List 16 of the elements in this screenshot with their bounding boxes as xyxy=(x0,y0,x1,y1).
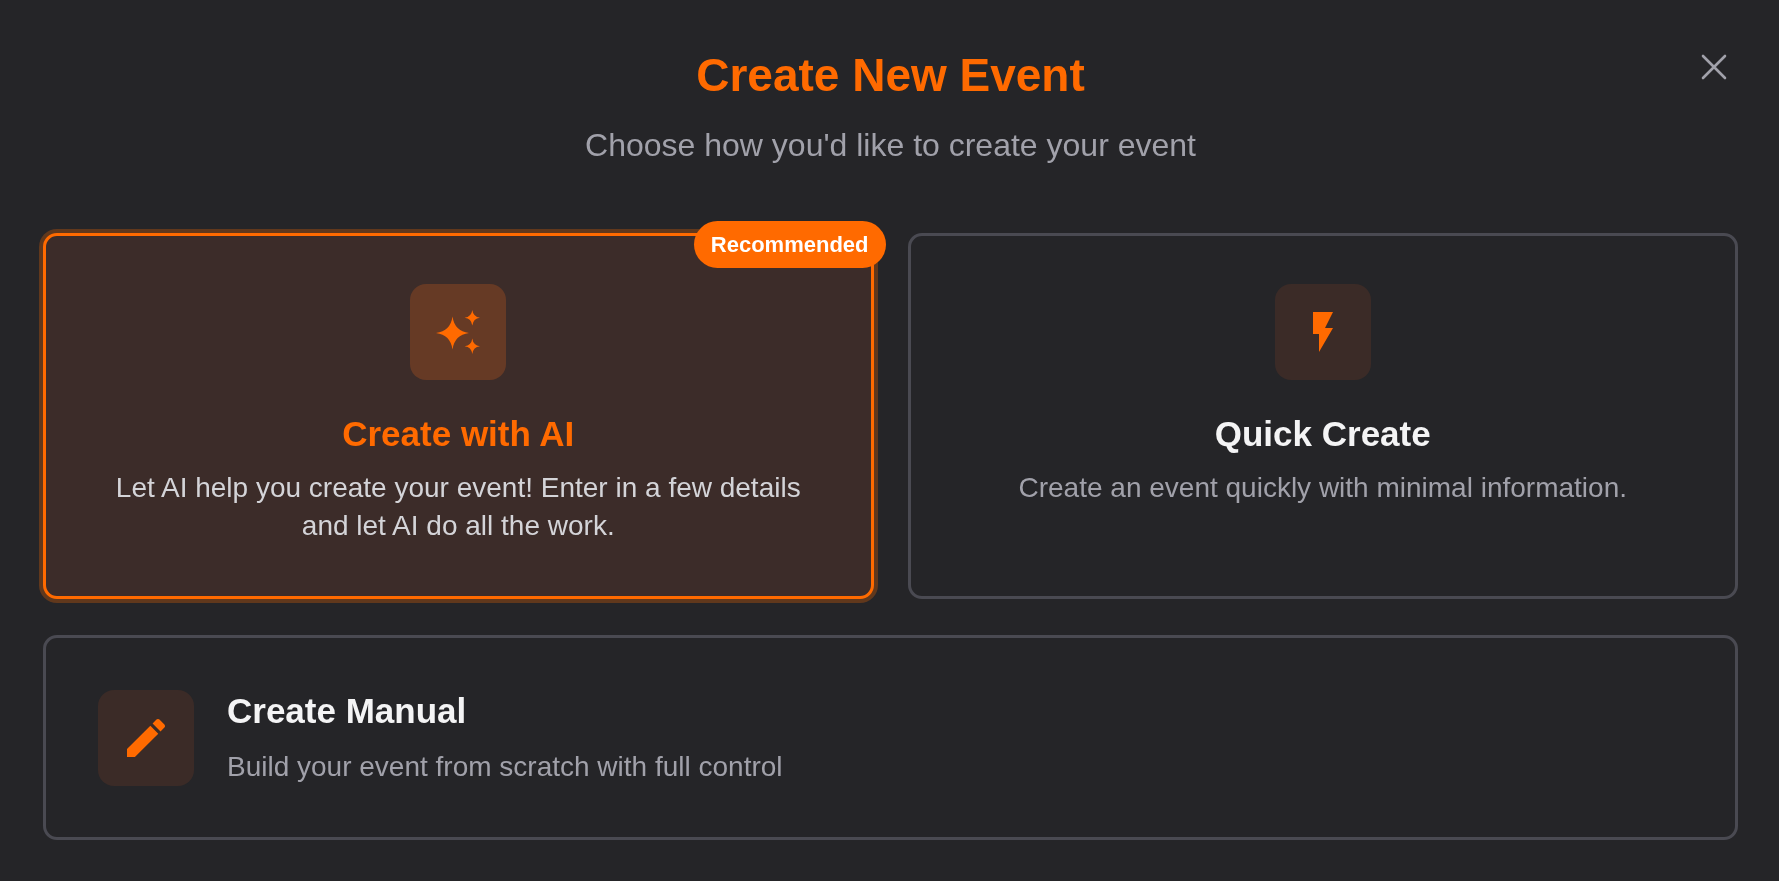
sparkles-icon xyxy=(410,284,507,380)
close-button[interactable] xyxy=(1699,52,1729,82)
pencil-icon xyxy=(98,689,194,786)
close-icon xyxy=(1701,54,1727,80)
dialog-title: Create New Event xyxy=(696,48,1085,103)
option-card[interactable]: Create Manual Build your event from scratch with full control xyxy=(43,635,1738,840)
recommended-badge: Recommended xyxy=(693,221,886,268)
lightning-bolt-icon xyxy=(1274,284,1371,380)
option-title: Quick Create xyxy=(1214,413,1431,455)
option-description: Build your event from scratch with full control xyxy=(227,749,783,784)
option-card[interactable]: Quick Create Create an event quickly with minimal information. xyxy=(907,233,1738,599)
option-description: Let AI help you create your event! Enter in a few details and let AI do all the work. xyxy=(114,471,802,543)
option-title: Create with AI xyxy=(342,413,575,455)
dialog-subtitle: Choose how you'd like to create your event xyxy=(585,126,1196,165)
option-title: Create Manual xyxy=(227,689,467,732)
option-description: Create an event quickly with minimal information. xyxy=(1018,471,1627,505)
